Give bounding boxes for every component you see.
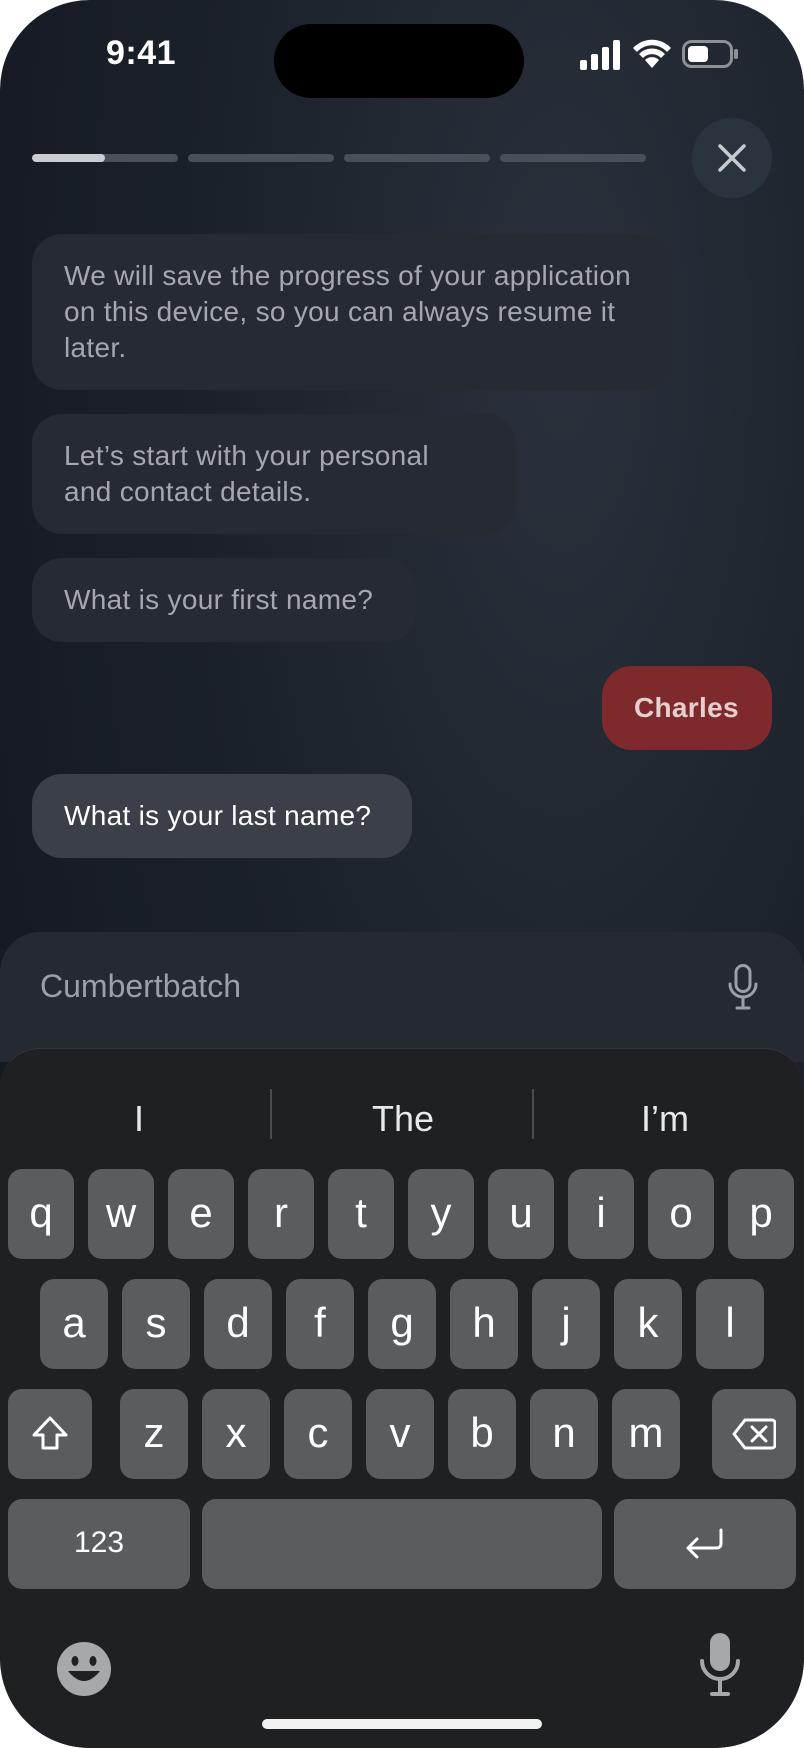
key-n[interactable]: n [530,1389,598,1479]
status-time: 9:41 [106,34,177,72]
keyboard: I The I’m q w e r t y u i o p a s d f g … [0,1048,804,1748]
key-b[interactable]: b [448,1389,516,1479]
key-u[interactable]: u [488,1169,554,1259]
answer-input[interactable]: Cumbertbatch [40,968,241,1005]
space-key[interactable] [202,1499,602,1589]
return-key[interactable] [614,1499,796,1589]
key-z[interactable]: z [120,1389,188,1479]
key-q[interactable]: q [8,1169,74,1259]
key-l[interactable]: l [696,1279,764,1369]
progress-segment [188,154,334,162]
key-j[interactable]: j [532,1279,600,1369]
close-icon [718,144,746,172]
battery-icon [682,40,738,68]
status-bar: 9:41 [0,0,804,110]
cellular-signal-icon [580,40,620,70]
answer-input-bar[interactable]: Cumbertbatch [0,932,804,1062]
dynamic-island [274,24,524,98]
suggestion[interactable]: I’m [534,1089,796,1149]
phone-screen: 9:41 We will save the progress of your a… [0,0,804,1748]
key-a[interactable]: a [40,1279,108,1369]
key-x[interactable]: x [202,1389,270,1479]
key-v[interactable]: v [366,1389,434,1479]
key-s[interactable]: s [122,1279,190,1369]
key-d[interactable]: d [204,1279,272,1369]
key-h[interactable]: h [450,1279,518,1369]
key-p[interactable]: p [728,1169,794,1259]
predictive-suggestions: I The I’m [0,1089,804,1149]
bot-message: We will save the progress of your applic… [32,234,672,390]
key-r[interactable]: r [248,1169,314,1259]
key-i[interactable]: i [568,1169,634,1259]
key-t[interactable]: t [328,1169,394,1259]
bot-message: What is your first name? [32,558,416,642]
close-button[interactable] [692,118,772,198]
microphone-icon[interactable] [728,964,758,1010]
key-g[interactable]: g [368,1279,436,1369]
progress-segment [32,154,178,162]
progress-segment [500,154,646,162]
delete-icon [732,1418,776,1450]
user-message: Charles [602,666,772,750]
delete-key[interactable] [712,1389,796,1479]
key-y[interactable]: y [408,1169,474,1259]
shift-icon [32,1416,68,1450]
key-c[interactable]: c [284,1389,352,1479]
progress-segment [344,154,490,162]
emoji-icon[interactable] [56,1641,112,1697]
bot-message: Let’s start with your personal and conta… [32,414,516,534]
suggestion[interactable]: I [8,1089,270,1149]
key-k[interactable]: k [614,1279,682,1369]
key-o[interactable]: o [648,1169,714,1259]
shift-key[interactable] [8,1389,92,1479]
key-w[interactable]: w [88,1169,154,1259]
key-e[interactable]: e [168,1169,234,1259]
return-icon [686,1528,723,1559]
application-progress [32,154,646,162]
dictation-icon[interactable] [698,1633,742,1697]
wifi-icon [633,39,671,68]
home-indicator [262,1719,542,1729]
key-m[interactable]: m [612,1389,680,1479]
bot-message-current: What is your last name? [32,774,412,858]
suggestion[interactable]: The [272,1089,534,1149]
key-f[interactable]: f [286,1279,354,1369]
numbers-key[interactable]: 123 [8,1499,190,1589]
